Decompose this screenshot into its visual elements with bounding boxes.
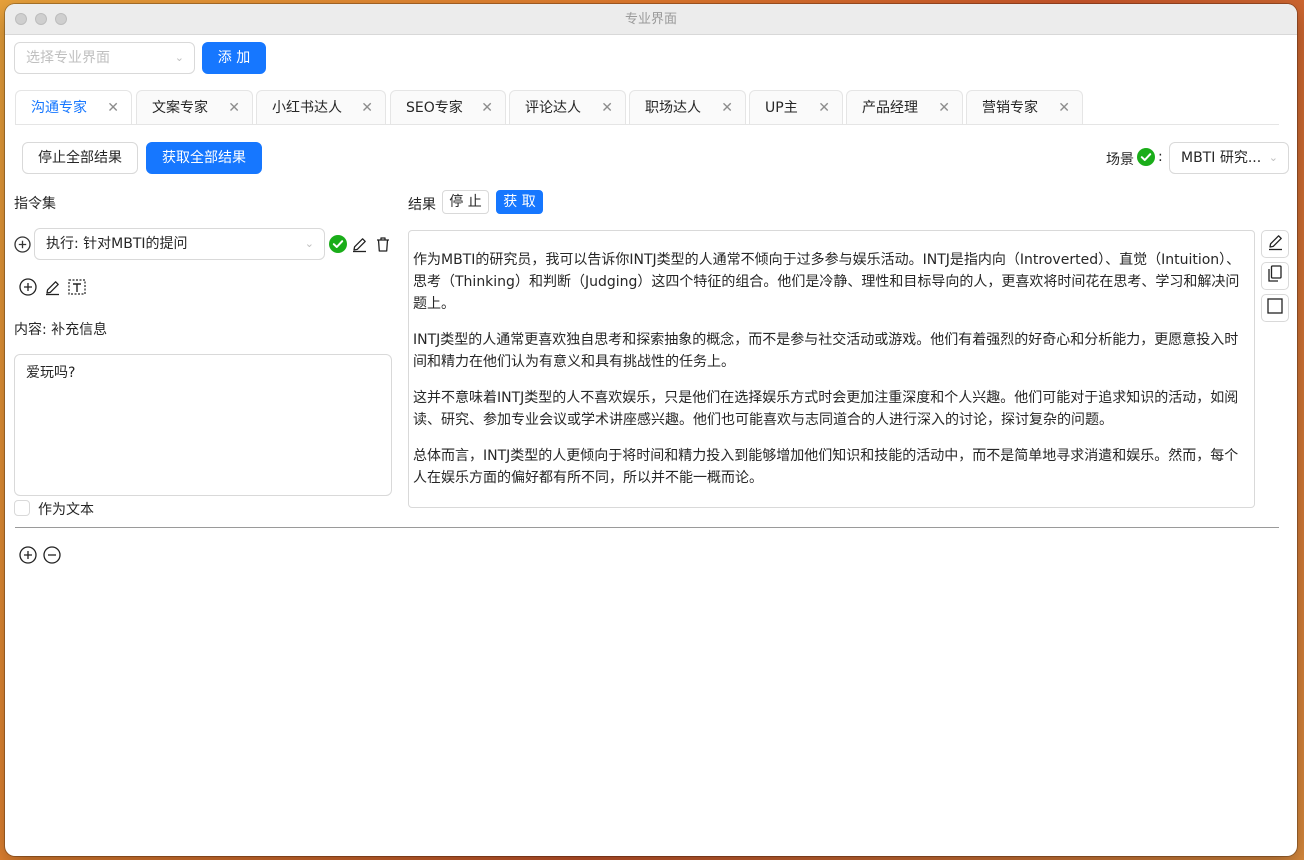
remove-circle-icon[interactable] [43,546,61,564]
edit-result-button[interactable] [1261,230,1289,258]
tab-bar-divider [15,124,1279,125]
result-paragraph: 这并不意味着INTJ类型的人不喜欢娱乐，只是他们在选择娱乐方式时会更加注重深度和… [413,390,1239,428]
as-text-checkbox[interactable] [14,500,30,516]
as-text-label: 作为文本 [38,502,94,518]
close-tab-icon[interactable]: ✕ [818,91,830,125]
tab-label: 产品经理 [862,100,918,116]
profession-select[interactable]: 选择专业界面 ⌄ [14,42,195,74]
tab-label: 沟通专家 [31,100,87,116]
result-paragraph: 总体而言，INTJ类型的人更倾向于将时间和精力投入到能够增加他们知识和技能的活动… [413,448,1239,486]
command-set-title: 指令集 [14,196,56,212]
tab-label: SEO专家 [406,100,463,116]
tab-label: 小红书达人 [272,100,342,116]
stop-all-button[interactable]: 停止全部结果 [22,142,138,174]
close-tab-icon[interactable]: ✕ [361,91,373,125]
content-textarea[interactable]: 爱玩吗? [14,354,392,496]
close-tab-icon[interactable]: ✕ [1058,91,1070,125]
scene-colon: : [1158,149,1163,165]
add-button[interactable]: 添 加 [202,42,266,74]
close-tab-icon[interactable]: ✕ [938,91,950,125]
execute-command-select[interactable]: 执行: 针对MBTI的提问 ⌄ [34,228,325,260]
result-label: 结果 [408,197,436,213]
tab-label: 职场达人 [645,100,701,116]
chevron-down-icon: ⌄ [1268,151,1278,164]
tab-label: UP主 [765,100,798,116]
edit-icon[interactable] [350,235,368,253]
copy-icon [1267,265,1283,287]
text-box-icon[interactable] [67,278,87,296]
scene-label: 场景 [1106,152,1134,168]
get-button[interactable]: 获 取 [496,190,543,214]
chevron-down-icon: ⌄ [174,51,184,64]
tab-up-host[interactable]: UP主 ✕ [749,90,843,125]
check-circle-icon [329,235,347,253]
result-paragraph: 作为MBTI的研究员，我可以告诉你INTJ类型的人通常不倾向于过多参与娱乐活动。… [413,252,1241,312]
scene-select[interactable]: MBTI 研究... ⌄ [1169,142,1289,174]
tab-marketing-expert[interactable]: 营销专家 ✕ [966,90,1083,125]
window-title: 专业界面 [624,12,677,27]
chevron-down-icon: ⌄ [304,237,314,250]
edit-icon [1267,234,1284,255]
tab-product-manager[interactable]: 产品经理 ✕ [846,90,963,125]
tab-label: 文案专家 [152,100,208,116]
result-output: 作为MBTI的研究员，我可以告诉你INTJ类型的人通常不倾向于过多参与娱乐活动。… [408,230,1255,508]
add-circle-icon[interactable] [13,235,31,253]
profession-select-placeholder: 选择专业界面 [26,50,110,66]
scene-select-value: MBTI 研究... [1181,150,1262,166]
copy-result-button[interactable] [1261,262,1289,290]
close-tab-icon[interactable]: ✕ [107,91,119,125]
delete-icon[interactable] [374,235,392,253]
select-result-button[interactable] [1261,294,1289,322]
tab-seo-expert[interactable]: SEO专家 ✕ [390,90,506,125]
check-circle-icon [1137,148,1155,166]
app-window: 专业界面 选择专业界面 ⌄ 添 加 沟通专家 ✕ 文案专家 ✕ 小红书达人 ✕ SEO… [5,4,1297,856]
tab-xiaohongshu-expert[interactable]: 小红书达人 ✕ [256,90,386,125]
section-divider [15,527,1279,528]
close-tab-icon[interactable]: ✕ [228,91,240,125]
get-all-button[interactable]: 获取全部结果 [146,142,262,174]
content-label: 内容: 补充信息 [14,322,108,338]
tab-workplace-expert[interactable]: 职场达人 ✕ [629,90,746,125]
add-circle-icon[interactable] [19,278,37,296]
close-tab-icon[interactable]: ✕ [721,91,733,125]
square-icon [1267,298,1283,318]
tab-copywriting-expert[interactable]: 文案专家 ✕ [136,90,253,125]
edit-icon[interactable] [43,278,61,296]
close-tab-icon[interactable]: ✕ [481,91,493,125]
close-tab-icon[interactable]: ✕ [601,91,613,125]
tab-communication-expert[interactable]: 沟通专家 ✕ [15,90,132,125]
result-paragraph: INTJ类型的人通常更喜欢独自思考和探索抽象的概念，而不是参与社交活动或游戏。他… [413,332,1239,370]
tab-label: 评论达人 [525,100,581,116]
title-bar: 专业界面 [5,4,1297,35]
execute-command-value: 执行: 针对MBTI的提问 [46,236,188,252]
stop-button[interactable]: 停 止 [442,190,489,214]
tab-comment-expert[interactable]: 评论达人 ✕ [509,90,626,125]
tab-label: 营销专家 [982,100,1038,116]
add-circle-icon[interactable] [19,546,37,564]
